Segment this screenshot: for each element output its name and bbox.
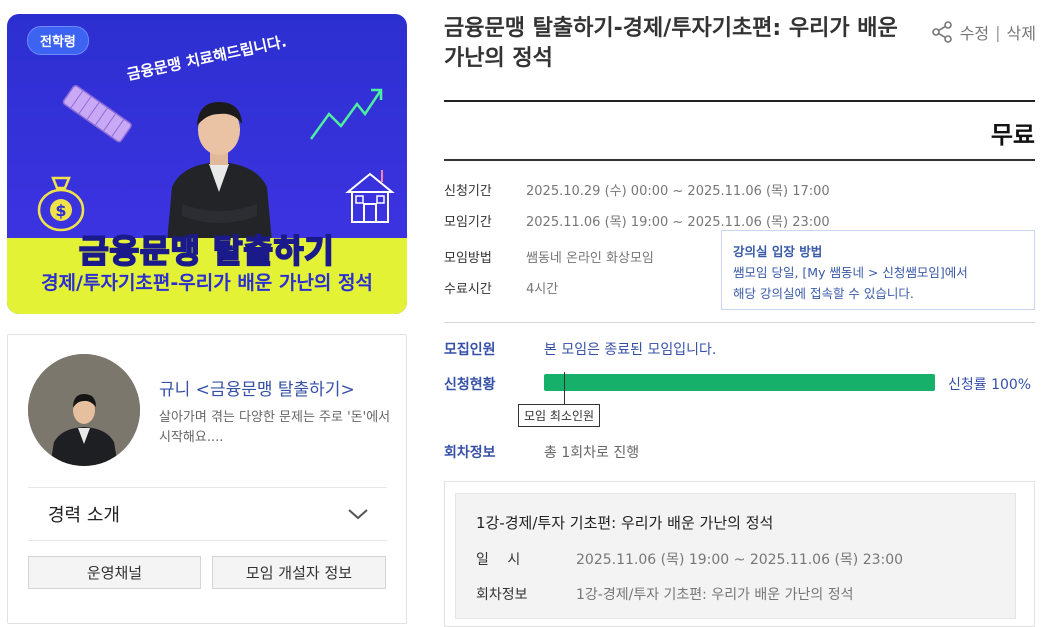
host-profile-card: 규니 <금융문맹 탈출하기> 살아가며 겪는 다양한 문제는 주로 '돈'에서 … bbox=[7, 334, 407, 624]
info-row-method: 모임방법 쌤동네 온라인 화상모임 bbox=[444, 247, 654, 266]
title-actions: 수정 | 삭제 bbox=[930, 20, 1036, 44]
progress-fill bbox=[544, 374, 935, 391]
svg-text:$: $ bbox=[55, 201, 66, 220]
info-value: 4시간 bbox=[526, 282, 559, 297]
channel-button[interactable]: 운영채널 bbox=[28, 556, 201, 589]
session-title: 1강-경제/투자 기초편: 우리가 배운 가난의 정석 bbox=[476, 514, 774, 532]
info-key: 모임방법 bbox=[444, 251, 492, 266]
session-value: 2025.11.06 (목) 19:00 ~ 2025.11.06 (목) 23… bbox=[576, 552, 904, 568]
recruit-value: 본 모임은 종료된 모임입니다. bbox=[544, 342, 717, 358]
avatar-photo bbox=[28, 354, 140, 466]
minimum-marker bbox=[563, 372, 565, 404]
stairs-icon bbox=[62, 85, 132, 143]
info-key: 모임기간 bbox=[444, 215, 492, 230]
recruit-key: 모집인원 bbox=[444, 342, 496, 358]
page-title: 금융문맹 탈출하기-경제/투자기초편: 우리가 배운 가난의 정석 bbox=[444, 16, 898, 71]
banner-title: 금융문맹 탈출하기 bbox=[78, 231, 335, 271]
info-row-apply-period: 신청기간 2025.10.29 (수) 00:00 ~ 2025.11.06 (… bbox=[444, 180, 830, 199]
session-value: 1강-경제/투자 기초편: 우리가 배운 가난의 정석 bbox=[576, 587, 854, 603]
share-icon[interactable] bbox=[930, 20, 954, 44]
session-key: 일 시 bbox=[476, 552, 521, 568]
action-separator: | bbox=[995, 22, 1001, 42]
edit-link[interactable]: 수정 bbox=[960, 20, 989, 44]
info-value: 2025.10.29 (수) 00:00 ~ 2025.11.06 (목) 17… bbox=[526, 184, 830, 199]
banner-badge: 전학령 bbox=[27, 26, 89, 55]
course-banner: 전학령 금융문맹 치료해드립니다. $ 금융문맹 탈출하기 경제/투자기초편-우… bbox=[7, 14, 407, 314]
host-name[interactable]: 규니 <금융문맹 탈출하기> bbox=[159, 375, 355, 400]
delete-link[interactable]: 삭제 bbox=[1007, 20, 1036, 44]
chevron-down-icon bbox=[348, 509, 368, 520]
info-key: 수료시간 bbox=[444, 282, 492, 297]
info-value: 쌤동네 온라인 화상모임 bbox=[526, 251, 654, 266]
sessions-row: 회차정보 총 1회차로 진행 bbox=[444, 442, 639, 462]
status-row: 신청현황 bbox=[444, 374, 544, 394]
career-toggle[interactable]: 경력 소개 bbox=[28, 487, 387, 541]
session-row-info: 회차정보 1강-경제/투자 기초편: 우리가 배운 가난의 정석 bbox=[476, 584, 853, 604]
info-value: 2025.11.06 (목) 19:00 ~ 2025.11.06 (목) 23… bbox=[526, 215, 830, 230]
career-label: 경력 소개 bbox=[48, 505, 120, 526]
price: 무료 bbox=[990, 121, 1035, 149]
host-description: 살아가며 겪는 다양한 문제는 주로 '돈'에서 시작해요.... bbox=[159, 410, 391, 445]
session-row-datetime: 일 시 2025.11.06 (목) 19:00 ~ 2025.11.06 (목… bbox=[476, 549, 903, 569]
minimum-label: 모임 최소인원 bbox=[518, 404, 601, 427]
info-key: 신청기간 bbox=[444, 184, 492, 199]
application-progress-bar bbox=[544, 374, 935, 391]
title-divider bbox=[444, 100, 1035, 102]
host-photo bbox=[167, 102, 272, 242]
trend-arrow-icon bbox=[309, 88, 383, 140]
tip-title: 강의실 입장 방법 bbox=[733, 244, 823, 259]
section-divider bbox=[444, 322, 1035, 323]
recruit-row: 모집인원 본 모임은 종료된 모임입니다. bbox=[444, 339, 716, 359]
money-bag-icon: $ bbox=[37, 176, 85, 232]
house-icon bbox=[345, 170, 395, 223]
status-key: 신청현황 bbox=[444, 377, 496, 393]
classroom-entry-tip: 강의실 입장 방법 쌤모임 당일, [My 쌤동네 > 신청쌤모임]에서 해당 … bbox=[721, 230, 1035, 310]
tip-line: 쌤모임 당일, [My 쌤동네 > 신청쌤모임]에서 bbox=[733, 265, 968, 280]
session-key: 회차정보 bbox=[476, 587, 528, 603]
host-info-button[interactable]: 모임 개설자 정보 bbox=[212, 556, 386, 589]
sessions-value: 총 1회차로 진행 bbox=[544, 445, 640, 461]
tip-line: 해당 강의실에 접속할 수 있습니다. bbox=[733, 286, 914, 301]
banner-subtitle: 경제/투자기초편-우리가 배운 가난의 정석 bbox=[41, 272, 373, 294]
info-row-meeting-period: 모임기간 2025.11.06 (목) 19:00 ~ 2025.11.06 (… bbox=[444, 211, 830, 230]
price-divider bbox=[444, 159, 1035, 161]
application-rate: 신청률 100% bbox=[948, 377, 1032, 393]
sessions-key: 회차정보 bbox=[444, 445, 496, 461]
info-row-duration: 수료시간 4시간 bbox=[444, 278, 558, 297]
avatar[interactable] bbox=[28, 354, 140, 466]
banner-tagline: 금융문맹 치료해드립니다. bbox=[125, 32, 289, 84]
